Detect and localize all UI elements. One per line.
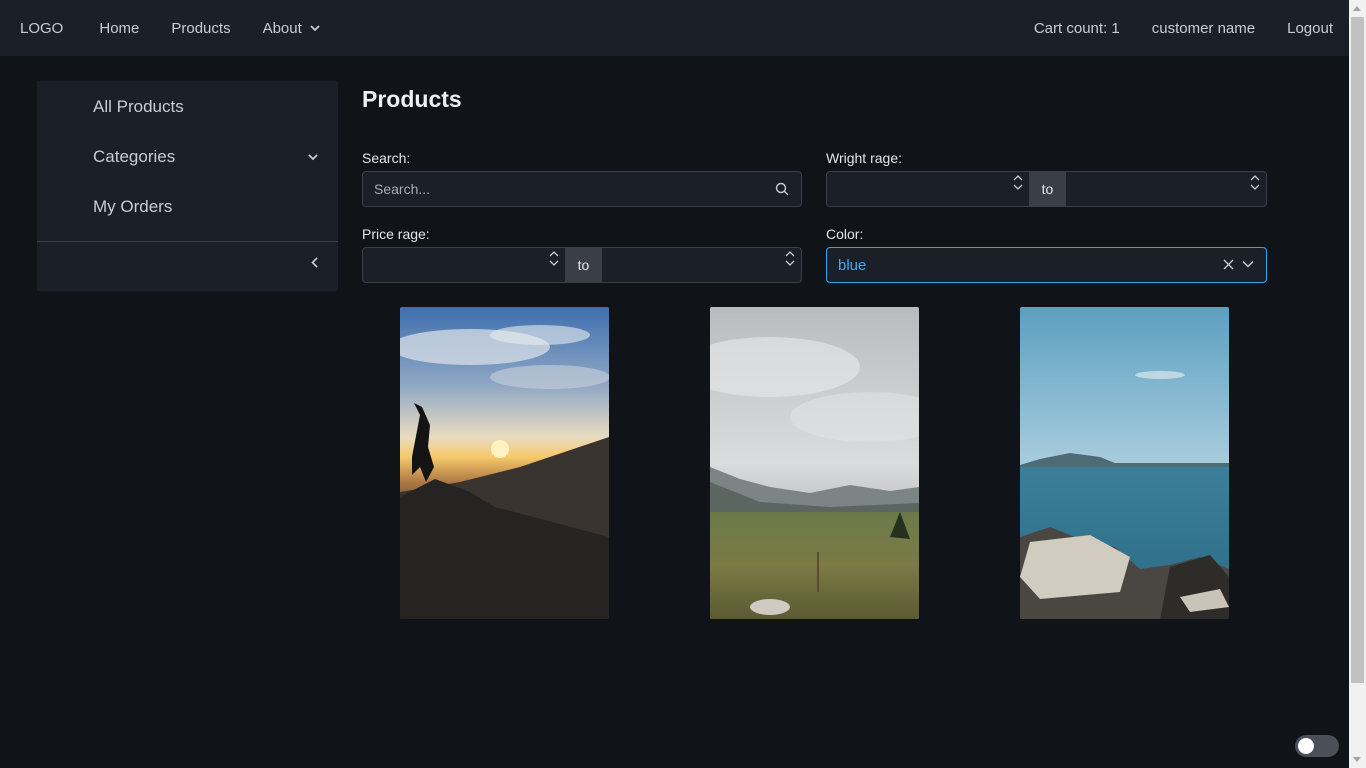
search-label: Search: — [362, 150, 411, 166]
sidebar-divider — [37, 241, 338, 242]
stepper-down-icon[interactable] — [1013, 184, 1023, 190]
color-label: Color: — [826, 226, 864, 242]
chevron-down-icon — [308, 153, 318, 161]
nav-about-label: About — [262, 19, 302, 37]
chevron-down-icon — [310, 24, 320, 32]
sidebar-item-label: Categories — [93, 147, 176, 166]
price-from-input[interactable] — [363, 248, 565, 282]
product-image-sunset-mountain[interactable] — [400, 307, 609, 619]
weight-to-input[interactable] — [1066, 172, 1266, 206]
close-icon[interactable] — [1223, 259, 1234, 270]
product-image-cloudy-meadow[interactable] — [710, 307, 919, 619]
stepper-down-icon[interactable] — [1250, 184, 1260, 190]
nav-right: Cart count: 1 customer name Logout — [1002, 20, 1333, 37]
page-title: Products — [362, 86, 462, 112]
stepper-down-icon[interactable] — [549, 260, 559, 266]
scroll-up-arrow-icon[interactable] — [1353, 6, 1361, 11]
toggle-knob — [1298, 738, 1314, 754]
search-icon[interactable] — [775, 182, 789, 196]
top-navbar: LOGO Home Products About Cart count: 1 c… — [0, 0, 1349, 56]
weight-range-to: to — [1029, 172, 1066, 206]
color-select[interactable]: blue — [826, 247, 1267, 283]
sidebar-item-my-orders[interactable]: My Orders — [93, 197, 172, 217]
price-range-label: Price rage: — [362, 226, 430, 242]
theme-toggle[interactable] — [1295, 735, 1339, 757]
price-to-input[interactable] — [602, 248, 801, 282]
chevron-left-icon[interactable] — [311, 257, 318, 268]
customer-name[interactable]: customer name — [1152, 20, 1255, 37]
product-image-lake-shore[interactable] — [1020, 307, 1229, 619]
price-range-to: to — [565, 248, 602, 282]
nav-about-dropdown[interactable]: About — [263, 20, 320, 37]
price-range-field: to — [362, 247, 802, 283]
search-input[interactable] — [363, 172, 763, 206]
weight-range-field: to — [826, 171, 1267, 207]
page-scrollbar[interactable] — [1349, 0, 1366, 768]
weight-from-input[interactable] — [827, 172, 1029, 206]
stepper-up-icon[interactable] — [549, 251, 559, 257]
color-selected-value: blue — [838, 256, 867, 274]
chevron-down-icon[interactable] — [1242, 260, 1254, 268]
price-to-stepper[interactable] — [785, 251, 795, 266]
stepper-up-icon[interactable] — [1250, 175, 1260, 181]
nav-home-link[interactable]: Home — [99, 20, 139, 37]
weight-to-stepper[interactable] — [1250, 175, 1260, 190]
stepper-down-icon[interactable] — [785, 260, 795, 266]
price-from-stepper[interactable] — [549, 251, 559, 266]
scrollbar-thumb[interactable] — [1351, 17, 1364, 683]
search-field — [362, 171, 802, 207]
nav-products-link[interactable]: Products — [171, 20, 230, 37]
logo[interactable]: LOGO — [20, 20, 63, 37]
sidebar: All Products Categories My Orders — [37, 81, 338, 291]
stepper-up-icon[interactable] — [1013, 175, 1023, 181]
weight-range-label: Wright rage: — [826, 150, 902, 166]
sidebar-item-all-products[interactable]: All Products — [93, 97, 184, 117]
logout-link[interactable]: Logout — [1287, 20, 1333, 37]
sidebar-item-categories[interactable]: Categories — [93, 147, 318, 167]
nav-left: LOGO Home Products About — [0, 20, 320, 37]
cart-count[interactable]: Cart count: 1 — [1034, 20, 1120, 37]
scroll-down-arrow-icon[interactable] — [1353, 757, 1361, 762]
weight-from-stepper[interactable] — [1013, 175, 1023, 190]
stepper-up-icon[interactable] — [785, 251, 795, 257]
